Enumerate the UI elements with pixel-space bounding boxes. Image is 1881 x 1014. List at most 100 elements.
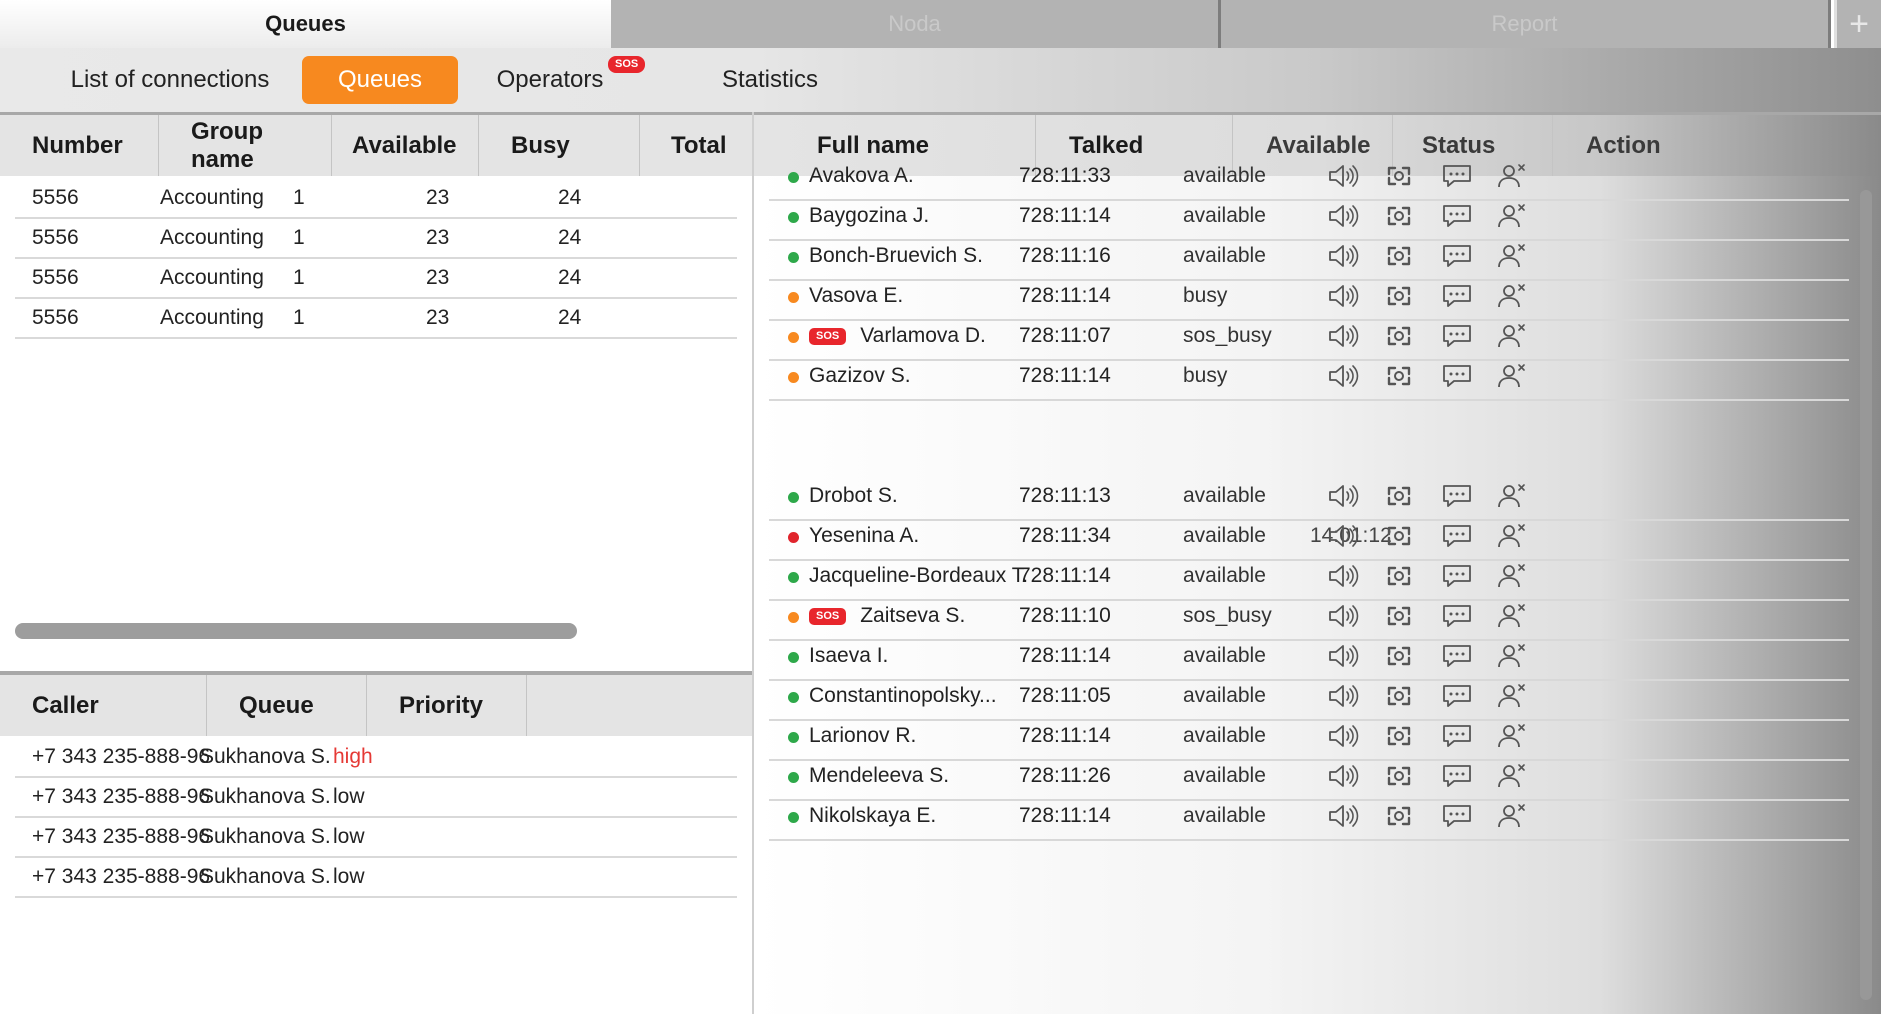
queue-row[interactable]: 5556 Accounting 1 23 24 [15, 179, 737, 219]
horizontal-scrollbar[interactable] [15, 623, 577, 639]
caller-cell: +7 343 235-888-96 [32, 785, 211, 808]
screen-capture-icon[interactable] [1383, 803, 1415, 829]
speaker-icon[interactable] [1327, 243, 1359, 269]
speaker-icon[interactable] [1327, 163, 1359, 189]
col-caller[interactable]: Caller [0, 675, 207, 736]
screen-capture-icon[interactable] [1383, 523, 1415, 549]
speaker-icon[interactable] [1327, 523, 1359, 549]
chat-icon[interactable] [1441, 243, 1473, 269]
remove-user-icon[interactable] [1496, 723, 1528, 749]
caller-row[interactable]: +7 343 235-888-96 Sukhanova S. low [15, 818, 737, 858]
remove-user-icon[interactable] [1496, 683, 1528, 709]
remove-user-icon[interactable] [1496, 323, 1528, 349]
add-tab-button[interactable]: + [1834, 0, 1881, 48]
col-queue[interactable]: Queue [207, 675, 367, 736]
top-tab-noda[interactable]: Noda [611, 0, 1221, 48]
queue-row[interactable]: 5556 Accounting 1 23 24 [15, 299, 737, 339]
caller-row[interactable]: +7 343 235-888-96 Sukhanova S. low [15, 778, 737, 818]
chat-icon[interactable] [1441, 523, 1473, 549]
vertical-scrollbar[interactable] [1860, 190, 1872, 1000]
chat-icon[interactable] [1441, 643, 1473, 669]
speaker-icon[interactable] [1327, 203, 1359, 229]
top-tab-queues[interactable]: Queues [0, 0, 611, 48]
remove-user-icon[interactable] [1496, 603, 1528, 629]
speaker-icon[interactable] [1327, 563, 1359, 589]
chat-icon[interactable] [1441, 683, 1473, 709]
col-busy[interactable]: Busy [479, 115, 640, 176]
speaker-icon[interactable] [1327, 603, 1359, 629]
chat-icon[interactable] [1441, 163, 1473, 189]
remove-user-icon[interactable] [1496, 283, 1528, 309]
screen-capture-icon[interactable] [1383, 483, 1415, 509]
status-dot [788, 292, 799, 303]
col-priority[interactable]: Priority [367, 675, 527, 736]
operator-name: Larionov R. [809, 724, 917, 747]
queue-row[interactable]: 5556 Accounting 1 23 24 [15, 259, 737, 299]
speaker-icon[interactable] [1327, 683, 1359, 709]
nav-queues[interactable]: Queues [302, 56, 458, 104]
top-tab-report[interactable]: Report [1221, 0, 1831, 48]
col-total[interactable]: Total [640, 115, 752, 176]
operator-name: Gazizov S. [809, 364, 911, 387]
busy-cell: 23 [426, 306, 450, 329]
nav-operators[interactable]: Operators [480, 56, 620, 104]
remove-user-icon[interactable] [1496, 243, 1528, 269]
remove-user-icon[interactable] [1496, 203, 1528, 229]
queue-cell: Sukhanova S. [200, 785, 331, 808]
remove-user-icon[interactable] [1496, 643, 1528, 669]
caller-row[interactable]: +7 343 235-888-96 Sukhanova S. high [15, 738, 737, 778]
chat-icon[interactable] [1441, 323, 1473, 349]
screen-capture-icon[interactable] [1383, 643, 1415, 669]
screen-capture-icon[interactable] [1383, 163, 1415, 189]
chat-icon[interactable] [1441, 483, 1473, 509]
chat-icon[interactable] [1441, 283, 1473, 309]
chat-icon[interactable] [1441, 803, 1473, 829]
speaker-icon[interactable] [1327, 803, 1359, 829]
screen-capture-icon[interactable] [1383, 683, 1415, 709]
chat-icon[interactable] [1441, 363, 1473, 389]
screen-capture-icon[interactable] [1383, 203, 1415, 229]
nav-list-of-connections[interactable]: List of connections [40, 56, 300, 104]
chat-icon[interactable] [1441, 603, 1473, 629]
operator-row[interactable]: Gazizov S. 728:11:14 busy [769, 353, 1849, 401]
status-dot [788, 172, 799, 183]
remove-user-icon[interactable] [1496, 163, 1528, 189]
screen-capture-icon[interactable] [1383, 723, 1415, 749]
speaker-icon[interactable] [1327, 283, 1359, 309]
chat-icon[interactable] [1441, 763, 1473, 789]
speaker-icon[interactable] [1327, 723, 1359, 749]
remove-user-icon[interactable] [1496, 563, 1528, 589]
screen-capture-icon[interactable] [1383, 763, 1415, 789]
screen-capture-icon[interactable] [1383, 603, 1415, 629]
remove-user-icon[interactable] [1496, 803, 1528, 829]
speaker-icon[interactable] [1327, 763, 1359, 789]
speaker-icon[interactable] [1327, 483, 1359, 509]
queue-row[interactable]: 5556 Accounting 1 23 24 [15, 219, 737, 259]
chat-icon[interactable] [1441, 563, 1473, 589]
remove-user-icon[interactable] [1496, 523, 1528, 549]
remove-user-icon[interactable] [1496, 363, 1528, 389]
speaker-icon[interactable] [1327, 363, 1359, 389]
speaker-icon[interactable] [1327, 323, 1359, 349]
screen-capture-icon[interactable] [1383, 243, 1415, 269]
chat-icon[interactable] [1441, 723, 1473, 749]
operator-name: Jacqueline-Bordeaux T. [809, 564, 1029, 587]
col-group-name[interactable]: Group name [159, 115, 332, 176]
number-cell: 5556 [32, 306, 79, 329]
screen-capture-icon[interactable] [1383, 563, 1415, 589]
col-available[interactable]: Available [332, 115, 479, 176]
operator-name: Baygozina J. [809, 204, 930, 227]
remove-user-icon[interactable] [1496, 763, 1528, 789]
screen-capture-icon[interactable] [1383, 283, 1415, 309]
speaker-icon[interactable] [1327, 643, 1359, 669]
availability-cell: busy [1183, 364, 1228, 387]
screen-capture-icon[interactable] [1383, 363, 1415, 389]
operator-row[interactable]: Nikolskaya E. 728:11:14 available [769, 793, 1849, 841]
nav-statistics[interactable]: Statistics [700, 56, 840, 104]
remove-user-icon[interactable] [1496, 483, 1528, 509]
caller-row[interactable]: +7 343 235-888-96 Sukhanova S. low [15, 858, 737, 898]
status-dot [788, 732, 799, 743]
screen-capture-icon[interactable] [1383, 323, 1415, 349]
chat-icon[interactable] [1441, 203, 1473, 229]
col-number[interactable]: Number [0, 115, 159, 176]
